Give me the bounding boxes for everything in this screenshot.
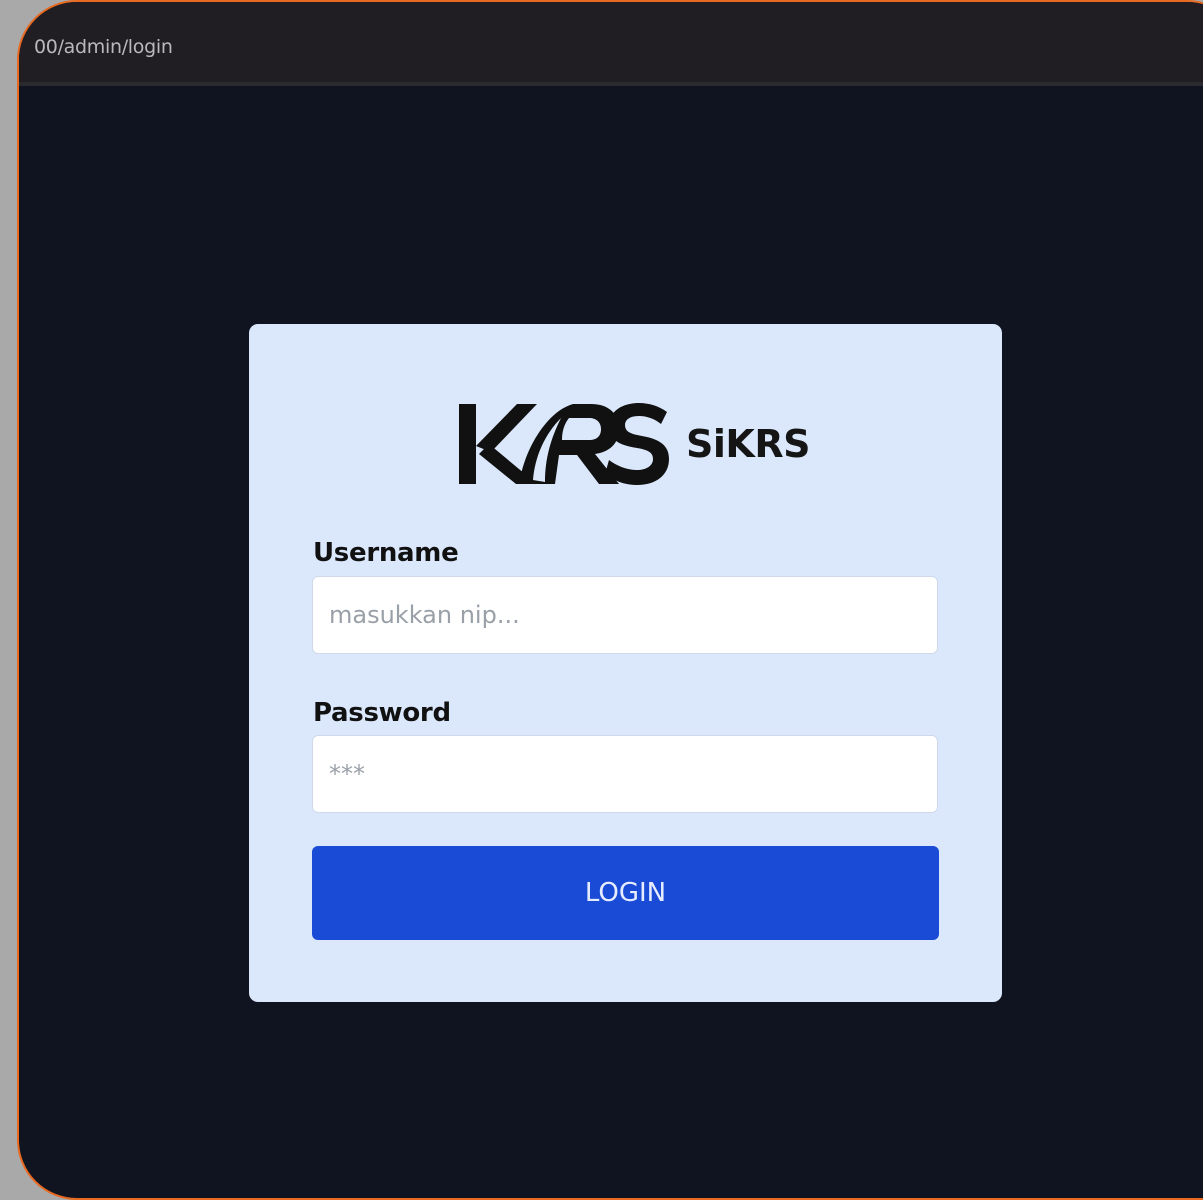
- login-button[interactable]: LOGIN: [312, 846, 939, 940]
- url-text[interactable]: 00/admin/login: [34, 36, 173, 58]
- address-bar[interactable]: 00/admin/login: [19, 2, 1203, 86]
- browser-window: 00/admin/login SiKRS Username Password L…: [17, 0, 1203, 1200]
- login-card: SiKRS Username Password LOGIN: [249, 324, 1002, 1002]
- app-logo: SiKRS: [449, 394, 849, 494]
- username-input[interactable]: [312, 576, 938, 654]
- app-name: SiKRS: [686, 422, 810, 466]
- password-label: Password: [313, 698, 451, 728]
- password-input[interactable]: [312, 735, 938, 813]
- krs-logo-icon: [459, 403, 669, 485]
- username-label: Username: [313, 538, 459, 568]
